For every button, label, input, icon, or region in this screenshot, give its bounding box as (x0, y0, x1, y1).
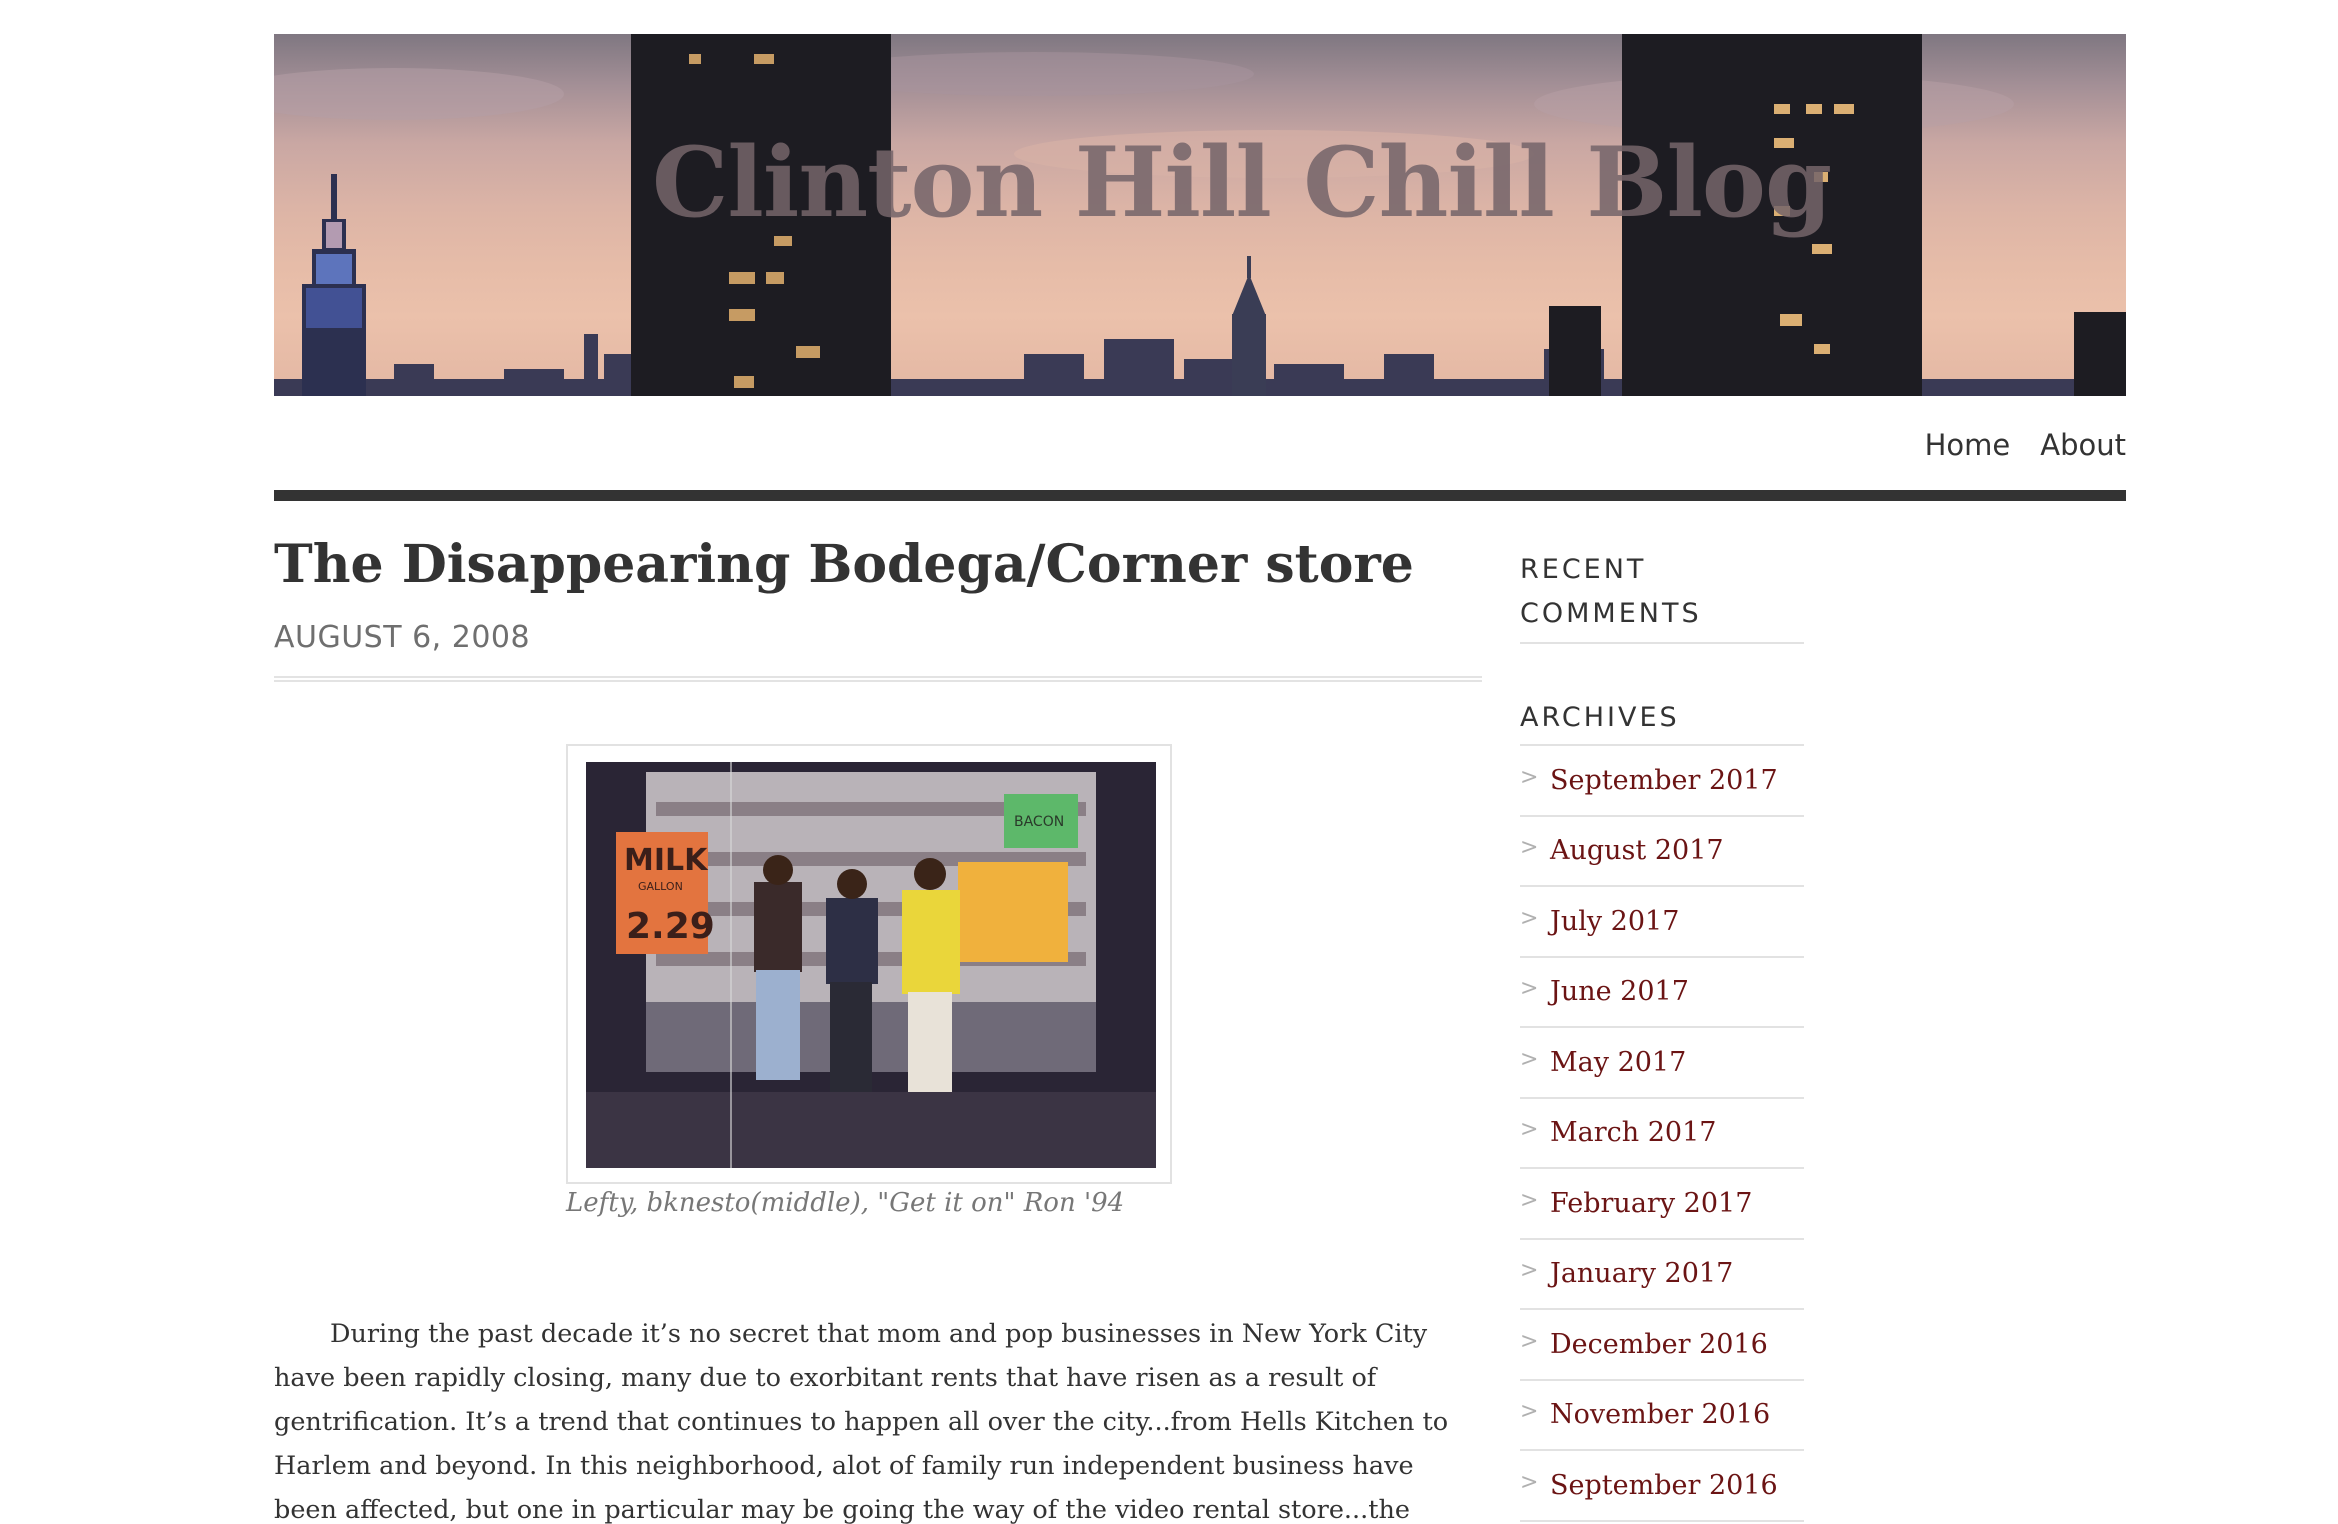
archive-link-november-2016[interactable]: November 2016 (1550, 1399, 1770, 1430)
archive-link-may-2017[interactable]: May 2017 (1550, 1047, 1686, 1078)
nav-home-link[interactable]: Home (1925, 428, 2011, 462)
post-image-caption: Lefty, bknesto(middle), "Get it on" Ron … (566, 1188, 1125, 1218)
post-divider (274, 676, 1482, 682)
archive-link-september-2016[interactable]: September 2016 (1550, 1470, 1778, 1501)
archive-link-february-2017[interactable]: February 2017 (1550, 1188, 1752, 1219)
post-title[interactable]: The Disappearing Bodega/Corner store (274, 534, 1484, 595)
archive-item[interactable]: > May 2017 (1520, 1028, 1804, 1099)
archive-item[interactable]: > March 2017 (1520, 1099, 1804, 1169)
archive-item[interactable]: > September 2017 (1520, 746, 1804, 817)
post-body-paragraph: During the past decade it’s no secret th… (274, 1319, 1449, 1524)
recent-comments-heading: RECENT COMMENTS (1520, 554, 1702, 629)
archive-item[interactable]: > January 2017 (1520, 1240, 1804, 1310)
archive-item[interactable]: > December 2016 (1520, 1310, 1804, 1381)
chevron-right-icon: > (1520, 1187, 1539, 1213)
chevron-right-icon: > (1520, 835, 1539, 861)
archive-link-september-2017[interactable]: September 2017 (1550, 765, 1778, 796)
recent-comments-divider (1520, 642, 1804, 644)
archive-link-december-2016[interactable]: December 2016 (1550, 1329, 1768, 1360)
archive-link-july-2017[interactable]: July 2017 (1550, 906, 1679, 937)
archive-item[interactable]: > February 2017 (1520, 1169, 1804, 1240)
archive-item[interactable]: > November 2016 (1520, 1381, 1804, 1451)
archives-list: > September 2017 > August 2017 > July 20… (1520, 746, 1804, 1522)
header-banner: Clinton Hill Chill Blog (274, 34, 2126, 396)
chevron-right-icon: > (1520, 1469, 1539, 1495)
archive-item[interactable]: > July 2017 (1520, 887, 1804, 958)
main-nav: Home About (1925, 428, 2126, 462)
nav-divider (274, 490, 2126, 501)
chevron-right-icon: > (1520, 976, 1539, 1002)
sign-milk-text: MILK (624, 843, 709, 878)
bodega-photo[interactable]: MILK GALLON 2.29 BACON (586, 762, 1156, 1168)
post-date[interactable]: AUGUST 6, 2008 (274, 620, 530, 655)
post-image-frame: MILK GALLON 2.29 BACON (566, 744, 1172, 1184)
archive-link-january-2017[interactable]: January 2017 (1550, 1258, 1733, 1289)
nav-about-link[interactable]: About (2040, 428, 2126, 462)
site-title[interactable]: Clinton Hill Chill Blog (652, 126, 1832, 239)
chevron-right-icon: > (1520, 1046, 1539, 1072)
sign-gallon-text: GALLON (638, 880, 683, 893)
chevron-right-icon: > (1520, 1328, 1539, 1354)
archive-item[interactable]: > September 2016 (1520, 1451, 1804, 1522)
archive-item[interactable]: > June 2017 (1520, 958, 1804, 1028)
chevron-right-icon: > (1520, 905, 1539, 931)
archive-link-june-2017[interactable]: June 2017 (1550, 976, 1689, 1007)
chevron-right-icon: > (1520, 1117, 1539, 1143)
sign-price-text: 2.29 (626, 906, 715, 947)
sign-bacon-text: BACON (1014, 814, 1064, 830)
chevron-right-icon: > (1520, 1399, 1539, 1425)
archive-item[interactable]: > August 2017 (1520, 817, 1804, 887)
sidebar: RECENT COMMENTS ARCHIVES > September 201… (1520, 548, 1804, 1522)
archive-link-march-2017[interactable]: March 2017 (1550, 1117, 1716, 1148)
archives-heading: ARCHIVES (1520, 702, 1680, 733)
archive-link-august-2017[interactable]: August 2017 (1550, 835, 1724, 866)
chevron-right-icon: > (1520, 764, 1539, 790)
chevron-right-icon: > (1520, 1258, 1539, 1284)
